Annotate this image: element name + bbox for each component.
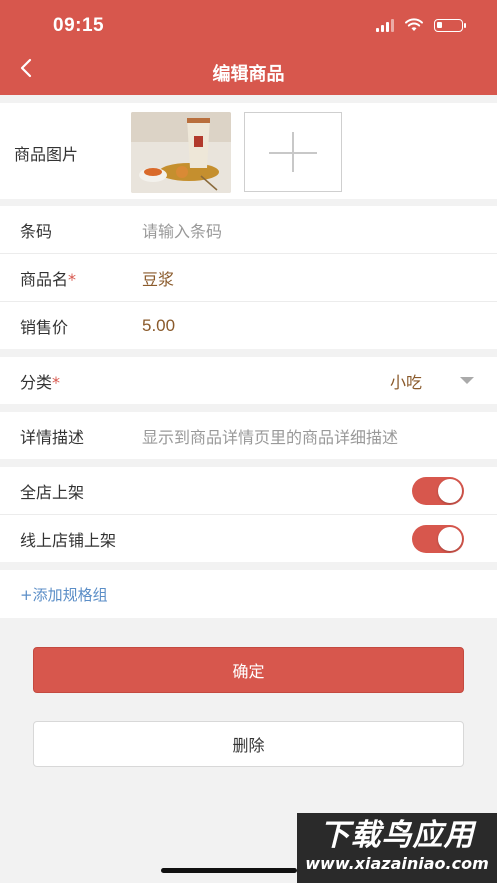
chevron-down-icon[interactable] bbox=[460, 377, 474, 384]
listing-section: 全店上架 线上店铺上架 bbox=[0, 467, 497, 562]
spec-section: +添加规格组 bbox=[0, 570, 497, 618]
required-mark: * bbox=[68, 269, 77, 289]
status-icons bbox=[376, 18, 466, 32]
price-row[interactable]: 销售价 5.00 bbox=[0, 302, 497, 349]
barcode-label: 条码 bbox=[20, 221, 53, 241]
image-row-label: 商品图片 bbox=[14, 145, 79, 164]
required-mark: * bbox=[52, 372, 61, 392]
description-section: 详情描述 显示到商品详情页里的商品详细描述 bbox=[0, 412, 497, 459]
watermark-url: www.xiazainiao.com bbox=[305, 854, 489, 873]
product-name-input[interactable]: 豆浆 bbox=[142, 266, 174, 290]
price-input[interactable]: 5.00 bbox=[142, 316, 175, 336]
watermark-brand: 下载鸟应用 bbox=[319, 818, 475, 853]
spec-row: +添加规格组 bbox=[0, 570, 497, 618]
product-name-label: 商品名* bbox=[20, 269, 77, 289]
description-input[interactable]: 显示到商品详情页里的商品详细描述 bbox=[142, 424, 398, 448]
category-row[interactable]: 分类* 小吃 bbox=[0, 357, 497, 404]
online-listing-toggle[interactable] bbox=[412, 524, 464, 553]
image-section: 商品图片 bbox=[0, 103, 497, 199]
add-spec-group-link[interactable]: +添加规格组 bbox=[20, 584, 108, 605]
toggle-row-online: 线上店铺上架 bbox=[0, 515, 497, 562]
toggle-label-store: 全店上架 bbox=[20, 482, 85, 502]
status-time: 09:15 bbox=[53, 15, 105, 36]
add-image-button[interactable] bbox=[244, 112, 342, 192]
price-label: 销售价 bbox=[20, 317, 69, 337]
home-indicator bbox=[161, 868, 297, 873]
delete-button[interactable]: 删除 bbox=[33, 721, 464, 767]
barcode-input[interactable]: 请输入条码 bbox=[142, 218, 222, 242]
toggle-row-store: 全店上架 bbox=[0, 467, 497, 515]
page-title: 编辑商品 bbox=[212, 64, 285, 85]
barcode-row[interactable]: 条码 请输入条码 bbox=[0, 206, 497, 254]
product-name-row[interactable]: 商品名* 豆浆 bbox=[0, 254, 497, 302]
description-row[interactable]: 详情描述 显示到商品详情页里的商品详细描述 bbox=[0, 412, 497, 459]
toggle-label-online: 线上店铺上架 bbox=[20, 530, 117, 550]
category-label: 分类* bbox=[20, 372, 61, 392]
basic-fields-section: 条码 请输入条码 商品名* 豆浆 销售价 5.00 bbox=[0, 206, 497, 349]
product-photo bbox=[131, 112, 231, 193]
category-select[interactable]: 小吃 bbox=[390, 369, 422, 393]
watermark-logo: 下载鸟应用 www.xiazainiao.com bbox=[297, 813, 497, 883]
category-section: 分类* 小吃 bbox=[0, 357, 497, 404]
wifi-icon bbox=[405, 18, 423, 31]
confirm-button[interactable]: 确定 bbox=[33, 647, 464, 693]
product-thumbnail[interactable] bbox=[131, 112, 231, 193]
description-label: 详情描述 bbox=[20, 427, 85, 447]
signal-icon bbox=[376, 18, 394, 32]
app-header: 09:15 编辑商品 bbox=[0, 0, 497, 95]
store-listing-toggle[interactable] bbox=[412, 476, 464, 505]
battery-icon bbox=[434, 18, 466, 32]
